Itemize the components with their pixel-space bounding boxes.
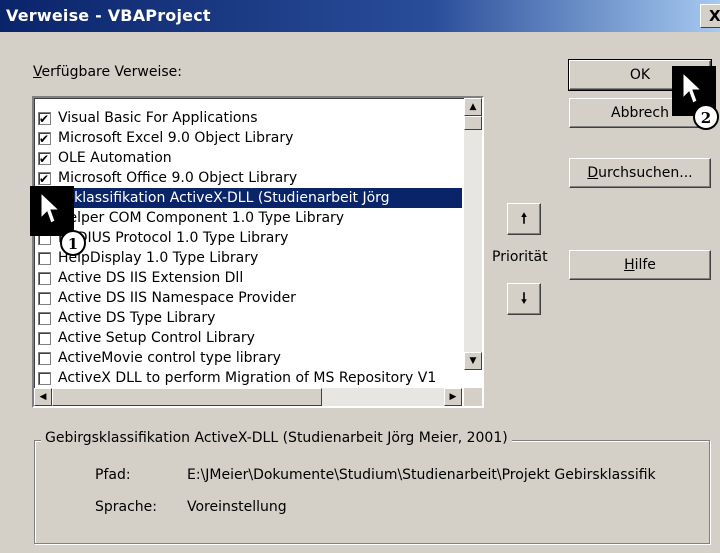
- reference-label: OLE Automation: [58, 150, 172, 166]
- references-listbox[interactable]: Visual Basic For Applications Microsoft E…: [32, 96, 484, 408]
- window-title: Verweise - VBAProject: [6, 6, 211, 25]
- checkbox-icon[interactable]: [38, 292, 51, 305]
- title-bar: Verweise - VBAProject X: [0, 0, 720, 32]
- help-label: ilfe: [634, 257, 656, 273]
- available-references-label: Verfügbare Verweise:: [33, 64, 182, 80]
- reference-item[interactable]: Helper COM Component 1.0 Type Library: [34, 208, 462, 228]
- scroll-down-icon[interactable]: ▼: [464, 352, 482, 370]
- reference-item[interactable]: Active DS IIS Namespace Provider: [34, 288, 462, 308]
- reference-label: Active Setup Control Library: [58, 330, 255, 346]
- reference-label: gsklassifikation ActiveX-DLL (Studienarb…: [58, 190, 390, 206]
- language-label: Sprache:: [95, 499, 158, 515]
- ok-label: OK: [629, 67, 651, 83]
- cancel-label: Abbrech: [611, 105, 669, 121]
- close-button[interactable]: X: [700, 4, 720, 28]
- scroll-corner: [464, 388, 482, 406]
- browse-label: urchsuchen...: [598, 165, 693, 181]
- reference-item[interactable]: OLE Automation: [34, 148, 462, 169]
- checkbox-icon[interactable]: [38, 169, 51, 189]
- references-list: Visual Basic For Applications Microsoft E…: [34, 108, 462, 388]
- priority-label: Priorität: [492, 249, 548, 265]
- vertical-scroll-thumb[interactable]: [464, 116, 482, 130]
- arrow-up-icon: 🠕: [520, 211, 527, 227]
- checkbox-icon[interactable]: [38, 252, 51, 265]
- reference-item[interactable]: Visual Basic For Applications: [34, 108, 462, 129]
- help-accel: H: [624, 257, 635, 273]
- reference-label: Visual Basic For Applications: [58, 110, 258, 126]
- reference-label: ActiveMovie control type library: [58, 350, 281, 366]
- path-label: Pfad:: [95, 467, 131, 483]
- close-icon: X: [709, 7, 720, 25]
- checkbox-icon[interactable]: [38, 272, 51, 285]
- horizontal-scrollbar[interactable]: ◀ ▶: [34, 388, 462, 406]
- horizontal-scroll-thumb[interactable]: [52, 388, 322, 406]
- browse-accel: D: [587, 165, 599, 181]
- reference-label: RADIUS Protocol 1.0 Type Library: [58, 230, 289, 246]
- path-value: E:\JMeier\Dokumente\Studium\Studienarbei…: [187, 467, 656, 483]
- checkbox-icon[interactable]: [38, 352, 51, 365]
- scroll-left-icon[interactable]: ◀: [34, 388, 52, 406]
- reference-item[interactable]: ActiveX DLL to perform Migration of MS R…: [34, 368, 462, 388]
- reference-details-group: Gebirgsklassifikation ActiveX-DLL (Studi…: [34, 430, 710, 544]
- reference-item[interactable]: ActiveMovie control type library: [34, 348, 462, 368]
- priority-down-button[interactable]: 🠗: [507, 283, 541, 315]
- checkbox-icon[interactable]: [38, 109, 51, 129]
- vertical-scrollbar[interactable]: ▲ ▼: [464, 98, 482, 370]
- checkbox-icon[interactable]: [38, 312, 51, 325]
- reference-item[interactable]: gsklassifikation ActiveX-DLL (Studienarb…: [34, 188, 462, 209]
- scroll-right-icon[interactable]: ▶: [444, 388, 462, 406]
- reference-item[interactable]: Microsoft Office 9.0 Object Library: [34, 168, 462, 189]
- reference-item[interactable]: Active DS Type Library: [34, 308, 462, 328]
- browse-button[interactable]: Durchsuchen...: [569, 158, 711, 188]
- reference-item[interactable]: HelpDisplay 1.0 Type Library: [34, 248, 462, 268]
- reference-label: HelpDisplay 1.0 Type Library: [58, 250, 259, 266]
- reference-label: Active DS Type Library: [58, 310, 216, 326]
- details-title: Gebirgsklassifikation ActiveX-DLL (Studi…: [41, 430, 512, 446]
- checkbox-icon[interactable]: [38, 332, 51, 345]
- language-value: Voreinstellung: [187, 499, 287, 515]
- help-button[interactable]: Hilfe: [569, 250, 711, 280]
- reference-label: Microsoft Office 9.0 Object Library: [58, 170, 298, 186]
- available-label-accel: V: [33, 64, 42, 80]
- reference-label: Microsoft Excel 9.0 Object Library: [58, 130, 294, 146]
- reference-item[interactable]: Active Setup Control Library: [34, 328, 462, 348]
- reference-item[interactable]: Microsoft Excel 9.0 Object Library: [34, 128, 462, 149]
- reference-label: ActiveX DLL to perform Migration of MS R…: [58, 370, 437, 386]
- checkbox-icon[interactable]: [38, 372, 51, 385]
- checkbox-icon[interactable]: [38, 129, 51, 149]
- arrow-down-icon: 🠗: [520, 291, 527, 307]
- available-label-rest: erfügbare Verweise:: [41, 64, 182, 80]
- reference-item[interactable]: RADIUS Protocol 1.0 Type Library: [34, 228, 462, 248]
- callout-2: 2: [693, 104, 719, 130]
- scroll-up-icon[interactable]: ▲: [464, 98, 482, 116]
- reference-item[interactable]: Active DS IIS Extension Dll: [34, 268, 462, 288]
- priority-up-button[interactable]: 🠕: [507, 203, 541, 235]
- reference-label: Helper COM Component 1.0 Type Library: [58, 210, 345, 226]
- reference-label: Active DS IIS Namespace Provider: [58, 290, 296, 306]
- mouse-cursor-icon: [30, 186, 74, 236]
- checkbox-icon[interactable]: [38, 149, 51, 169]
- reference-label: Active DS IIS Extension Dll: [58, 270, 244, 286]
- callout-1: 1: [60, 230, 86, 256]
